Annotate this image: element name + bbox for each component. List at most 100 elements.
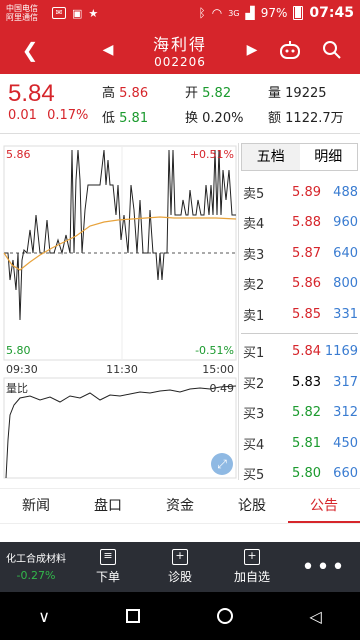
diagnose-icon: + xyxy=(172,549,188,565)
battery-icon xyxy=(293,6,304,20)
volume-value: 19225 xyxy=(285,86,327,101)
search-icon[interactable] xyxy=(316,34,348,66)
ask-label: 卖2 xyxy=(243,278,265,294)
bid-price: 5.82 xyxy=(292,405,321,421)
diagnose-label: 诊股 xyxy=(167,570,192,584)
fullscreen-glyph: ⤢ xyxy=(216,457,227,471)
tab-news[interactable]: 新闻 xyxy=(0,489,72,523)
bid-volume: 317 xyxy=(333,374,358,390)
turnover-value: 0.20% xyxy=(202,111,244,126)
notification-icons: ✉ ▣ ★ xyxy=(52,7,98,20)
tab-five-levels[interactable]: 五档 xyxy=(242,144,300,170)
bid-row: 买1 5.84 1169 xyxy=(239,337,360,368)
sector-button[interactable]: 化工合成材料 -0.27% xyxy=(0,542,72,592)
carrier-line2: 阿里通信 xyxy=(6,13,38,22)
time-mid-label: 11:30 xyxy=(106,363,138,376)
chart-svg: 5.86 +0.51% 5.80 -0.51% 09:30 11:30 15:0… xyxy=(3,145,237,479)
app-header: ❮ ◀ 海利得 002206 ▶ xyxy=(0,26,360,74)
intraday-chart[interactable]: 5.86 +0.51% 5.80 -0.51% 09:30 11:30 15:0… xyxy=(0,140,238,480)
stock-code: 002206 xyxy=(154,55,206,69)
low-value: 5.81 xyxy=(119,111,149,126)
hide-nav-icon[interactable]: ∨ xyxy=(38,607,50,626)
order-button[interactable]: ≡ 下单 xyxy=(72,542,144,592)
bottom-price-label: 5.80 xyxy=(6,344,31,357)
ask-row: 卖4 5.88 960 xyxy=(239,208,360,239)
wifi-icon: ◠ xyxy=(211,6,223,20)
ask-row: 卖5 5.89 488 xyxy=(239,177,360,208)
bid-volume: 312 xyxy=(333,405,358,421)
high-label: 高 xyxy=(102,86,116,101)
bid-row: 买5 5.80 660 xyxy=(239,459,360,490)
back-nav-icon[interactable]: ◁ xyxy=(309,607,321,626)
order-icon: ≡ xyxy=(100,549,116,565)
current-price: 5.84 xyxy=(8,80,55,107)
diagnose-button[interactable]: + 诊股 xyxy=(144,542,216,592)
ask-volume: 488 xyxy=(333,184,358,200)
add-watchlist-button[interactable]: + 加自选 xyxy=(216,542,288,592)
top-pct-label: +0.51% xyxy=(190,148,234,161)
bid-label: 买1 xyxy=(243,346,265,362)
ask-price: 5.85 xyxy=(292,306,321,322)
ask-volume: 331 xyxy=(333,306,358,322)
amount-value: 1122.7万 xyxy=(285,111,344,126)
more-icon: ••• xyxy=(301,554,347,580)
volume-label: 量 xyxy=(268,86,282,101)
ask-label: 卖5 xyxy=(243,186,265,202)
bid-label: 买5 xyxy=(243,468,265,484)
bid-volume: 1169 xyxy=(324,344,358,360)
ask-price: 5.87 xyxy=(292,245,321,261)
order-book-tabs: 五档 明细 xyxy=(241,143,358,171)
more-button[interactable]: ••• xyxy=(288,542,360,592)
ask-row: 卖3 5.87 640 xyxy=(239,238,360,269)
bottom-toolbar: 化工合成材料 -0.27% ≡ 下单 + 诊股 + 加自选 ••• xyxy=(0,542,360,592)
bid-volume: 450 xyxy=(333,435,358,451)
bid-volume: 660 xyxy=(333,466,358,482)
bid-row: 买2 5.83 317 xyxy=(239,367,360,398)
ask-label: 卖1 xyxy=(243,308,265,324)
bid-label: 买4 xyxy=(243,437,265,453)
bid-levels: 买1 5.84 1169 买2 5.83 317 买3 5.82 312 买4 5.81 450 买5 5… xyxy=(239,337,360,490)
ratio-label: 量比 xyxy=(6,382,28,395)
status-right: ᛒ ◠ 3G ▟ 97% 07:45 xyxy=(199,5,354,21)
ask-price: 5.88 xyxy=(292,215,321,231)
high-value: 5.86 xyxy=(119,86,149,101)
tab-orderbook[interactable]: 盘口 xyxy=(72,489,144,523)
signal-3g-icon: 3G xyxy=(228,8,240,18)
volume-cell: 量 19225 xyxy=(268,82,327,101)
system-nav-bar: ∨ ◁ xyxy=(0,592,360,640)
next-stock-icon[interactable]: ▶ xyxy=(236,34,268,66)
ratio-line xyxy=(5,385,237,479)
home-icon[interactable] xyxy=(216,608,233,624)
add-label: 加自选 xyxy=(233,570,270,584)
tab-discussion[interactable]: 论股 xyxy=(216,489,288,523)
turnover-label: 换 xyxy=(185,111,199,126)
quote-summary: 5.84 0.01 0.17% 高 5.86 低 5.81 开 5.82 换 0… xyxy=(0,74,360,134)
ask-label: 卖3 xyxy=(243,247,265,263)
bid-label: 买2 xyxy=(243,376,265,392)
time-start-label: 09:30 xyxy=(6,363,38,376)
back-icon[interactable]: ❮ xyxy=(14,34,46,66)
price-line xyxy=(4,149,236,321)
ask-price: 5.89 xyxy=(292,184,321,200)
tab-announcements[interactable]: 公告 xyxy=(288,489,360,523)
stock-title: 海利得 002206 xyxy=(120,31,240,69)
ask-label: 卖4 xyxy=(243,217,265,233)
bid-price: 5.83 xyxy=(292,374,321,390)
tab-funds[interactable]: 资金 xyxy=(144,489,216,523)
bid-price: 5.80 xyxy=(292,466,321,482)
low-cell: 低 5.81 xyxy=(102,107,148,126)
status-bar: 中国电信 阿里通信 ✉ ▣ ★ ᛒ ◠ 3G ▟ 97% 07:45 xyxy=(0,0,360,26)
change-value: 0.01 xyxy=(8,108,37,123)
recent-apps-icon[interactable] xyxy=(126,609,141,623)
tab-details[interactable]: 明细 xyxy=(300,144,358,170)
info-tabs: 新闻 盘口 资金 论股 公告 xyxy=(0,488,360,524)
ask-volume: 800 xyxy=(333,276,358,292)
order-book-divider xyxy=(241,332,358,334)
bottom-pct-label: -0.51% xyxy=(195,344,234,357)
turnover-cell: 换 0.20% xyxy=(185,107,243,126)
bid-row: 买3 5.82 312 xyxy=(239,398,360,429)
bid-row: 买4 5.81 450 xyxy=(239,428,360,459)
ask-row: 卖2 5.86 800 xyxy=(239,269,360,300)
robot-assistant-icon[interactable] xyxy=(274,34,306,66)
ask-price: 5.86 xyxy=(292,276,321,292)
